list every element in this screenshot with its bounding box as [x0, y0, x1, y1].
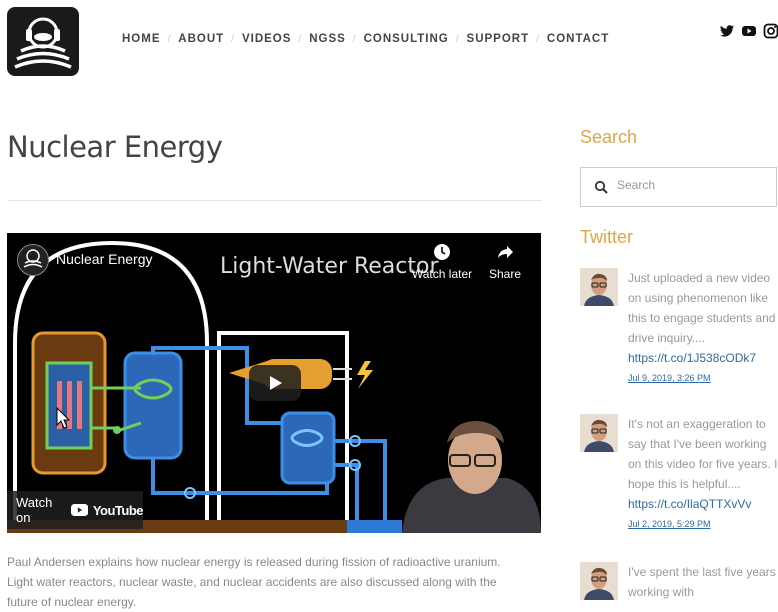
- nav-contact[interactable]: CONTACT: [540, 33, 616, 45]
- channel-avatar[interactable]: [17, 244, 49, 276]
- avatar[interactable]: [580, 562, 618, 600]
- watch-on-label: Watch on: [16, 495, 53, 525]
- search-icon: [594, 180, 608, 194]
- nav-home[interactable]: HOME: [115, 33, 168, 45]
- tweet-link[interactable]: https://t.co/IlaQTTXvVv: [628, 494, 778, 514]
- video-slide-heading: Light-Water Reactor: [220, 254, 439, 279]
- share-label: Share: [488, 267, 522, 281]
- share-icon: [498, 246, 513, 258]
- tweet-date[interactable]: Jul 9, 2019, 3:26 PM: [628, 370, 778, 386]
- nav-about[interactable]: ABOUT: [171, 33, 231, 45]
- play-icon: [270, 376, 282, 390]
- youtube-wordmark: YouTube: [92, 502, 144, 518]
- video-player[interactable]: Nuclear Energy Light-Water Reactor Watch…: [7, 233, 541, 533]
- search-box[interactable]: [580, 167, 777, 207]
- video-description: Paul Andersen explains how nuclear energ…: [7, 555, 501, 609]
- search-input[interactable]: [615, 177, 769, 193]
- video-title[interactable]: Nuclear Energy: [56, 251, 153, 267]
- play-button[interactable]: [249, 365, 301, 401]
- share-button[interactable]: Share: [483, 243, 527, 281]
- tweet-text: Just uploaded a new video on using pheno…: [628, 271, 776, 345]
- main-nav: HOME / ABOUT / VIDEOS / NGSS / CONSULTIN…: [115, 33, 616, 45]
- tweet-text: It's not an exaggeration to say that I'v…: [628, 417, 778, 491]
- twitter-icon[interactable]: [719, 23, 735, 39]
- nav-consulting[interactable]: CONSULTING: [357, 33, 456, 45]
- divider: [7, 200, 542, 201]
- nav-videos[interactable]: VIDEOS: [235, 33, 298, 45]
- watch-later-label: Watch later: [411, 267, 473, 281]
- page-title: Nuclear Energy: [7, 130, 223, 164]
- youtube-icon[interactable]: [741, 23, 757, 39]
- nav-support[interactable]: SUPPORT: [460, 33, 537, 45]
- avatar[interactable]: [580, 268, 618, 306]
- tweet-date[interactable]: Jul 2, 2019, 5:29 PM: [628, 516, 778, 532]
- social-links: [719, 23, 778, 39]
- clock-icon: [434, 244, 450, 260]
- search-heading: Search: [580, 127, 638, 147]
- tweet-link[interactable]: https://t.co/1J538cODk7: [628, 348, 778, 368]
- youtube-logo-icon: [70, 504, 88, 516]
- tweet-text: I've spent the last five years working w…: [628, 565, 776, 599]
- site-logo[interactable]: [7, 7, 79, 76]
- nav-ngss[interactable]: NGSS: [302, 33, 353, 45]
- avatar[interactable]: [580, 414, 618, 452]
- watch-later-button[interactable]: Watch later: [407, 243, 477, 281]
- twitter-heading: Twitter: [580, 227, 634, 247]
- watch-on-youtube-button[interactable]: Watch on YouTube: [7, 491, 144, 529]
- instagram-icon[interactable]: [763, 23, 778, 39]
